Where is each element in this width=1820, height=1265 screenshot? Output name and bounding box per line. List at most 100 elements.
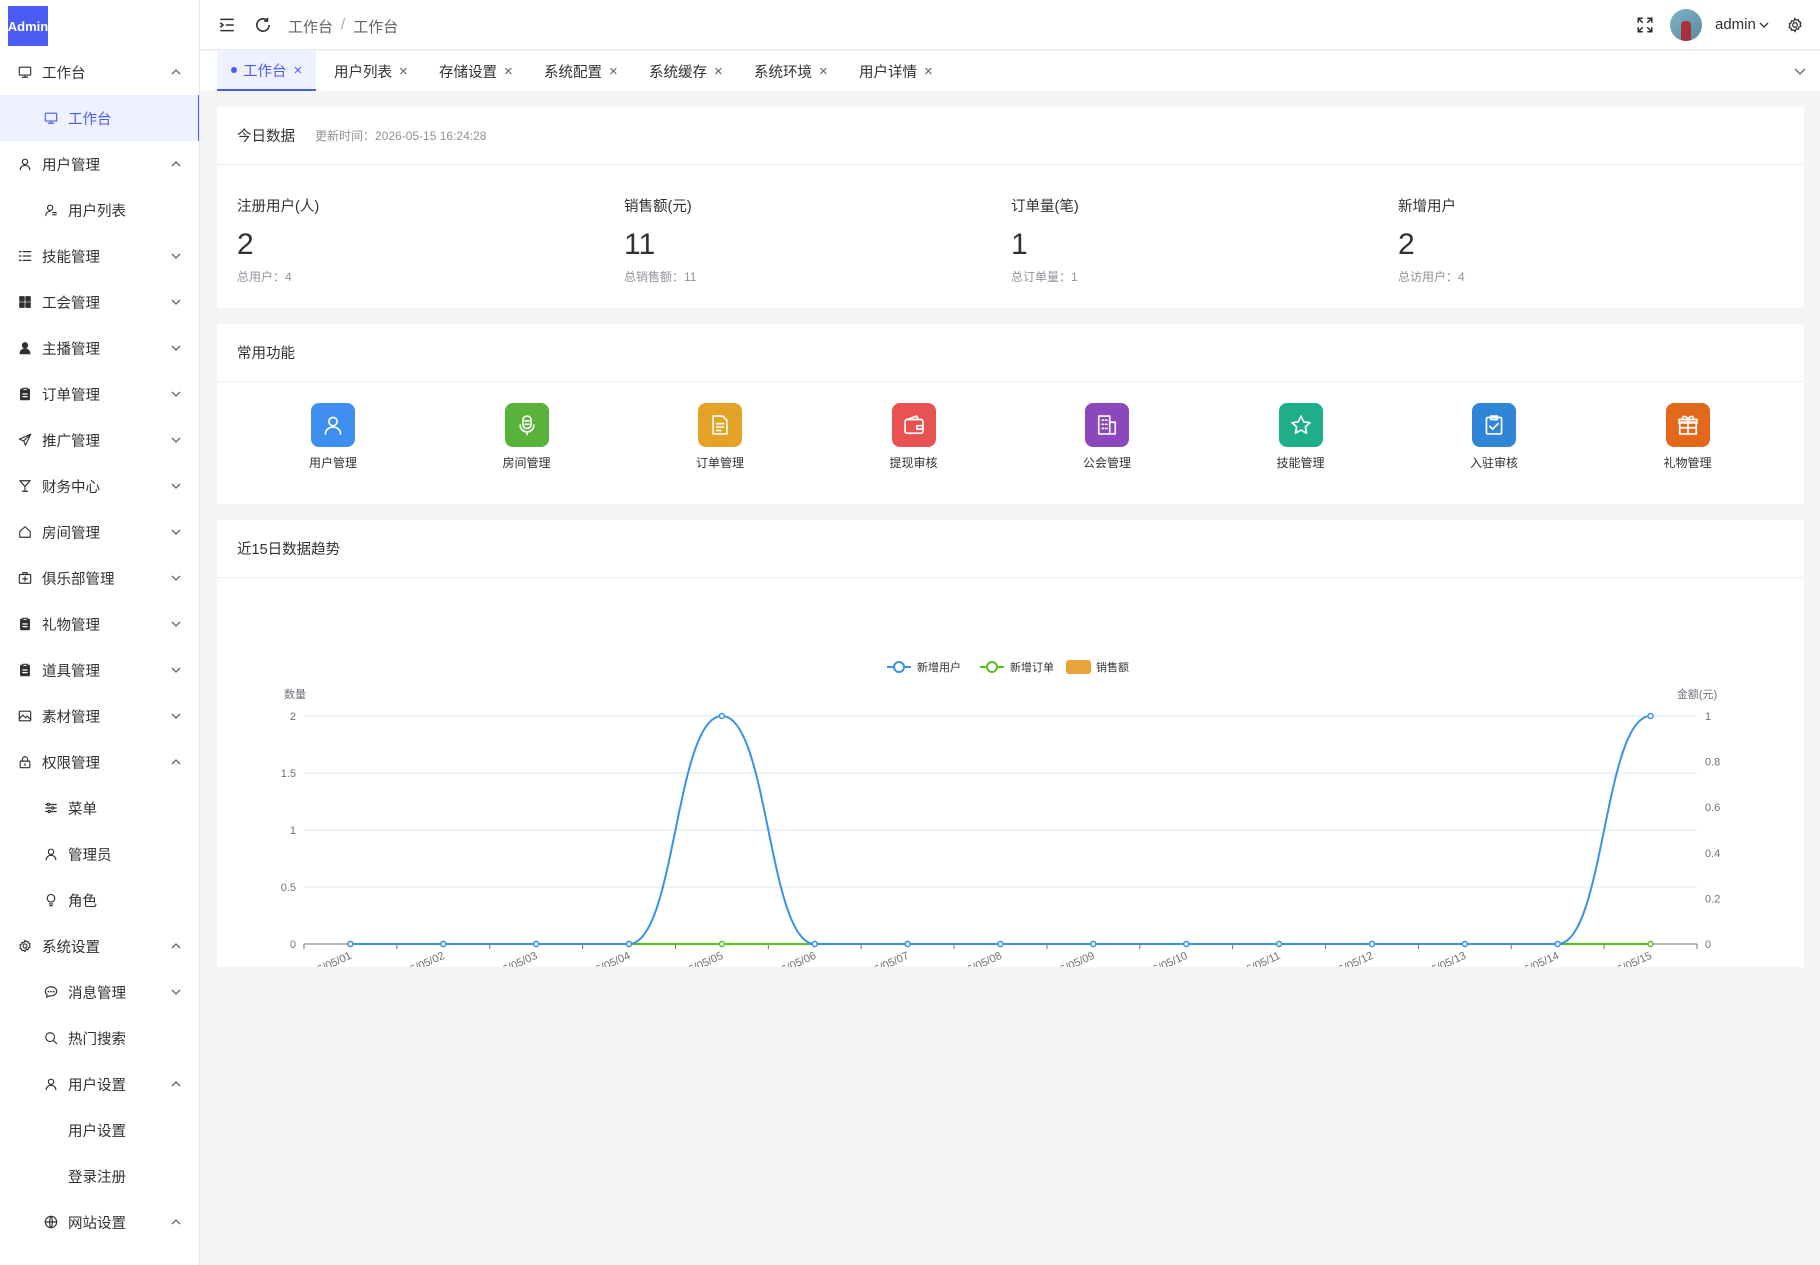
shortcut-item[interactable]: 用户管理 <box>283 403 383 471</box>
stat-value: 2 <box>237 228 254 261</box>
stat-subtotal: 总用户：4 <box>237 268 319 285</box>
close-icon[interactable]: × <box>399 63 408 80</box>
sidebar-item[interactable]: 用户列表 <box>0 187 199 233</box>
y-tick-label-left: 0.5 <box>281 882 296 894</box>
shortcut-item[interactable]: 房间管理 <box>477 403 577 471</box>
x-tick-label: 2026/05/15 <box>1599 950 1654 967</box>
sidebar-item[interactable]: 用户管理 <box>0 141 199 187</box>
sidebar-item[interactable]: 网站设置 <box>0 1199 199 1245</box>
globe-icon <box>44 1215 58 1229</box>
sidebar-item[interactable]: 消息管理 <box>0 969 199 1015</box>
shortcut-item[interactable]: 礼物管理 <box>1638 403 1738 471</box>
monitor-icon <box>18 65 32 79</box>
sidebar-item[interactable]: 管理员 <box>0 831 199 877</box>
stat-block: 订单量(笔) 1 总订单量：1 <box>1011 195 1079 285</box>
sidebar-item[interactable]: 订单管理 <box>0 371 199 417</box>
gear-icon[interactable] <box>1787 17 1803 33</box>
close-icon[interactable]: × <box>924 63 933 80</box>
sidebar-item[interactable]: 工作台 <box>0 49 199 95</box>
sidebar-item-label: 管理员 <box>68 847 112 864</box>
close-icon[interactable]: × <box>714 63 723 80</box>
username[interactable]: admin <box>1715 16 1756 33</box>
common-functions-card: 常用功能 用户管理 房间管理 订单管理 提现审核 公会管理 技能管理 入驻审核 礼物管理 <box>217 324 1804 504</box>
tab-label: 工作台 <box>243 63 287 80</box>
clipboard-icon <box>18 617 32 631</box>
sidebar-item[interactable]: 菜单 <box>0 785 199 831</box>
data-point <box>1090 940 1097 948</box>
function-grid: 用户管理 房间管理 订单管理 提现审核 公会管理 技能管理 入驻审核 礼物管理 <box>217 382 1804 504</box>
sidebar-item-label: 用户管理 <box>42 157 100 174</box>
breadcrumb-item[interactable]: 工作台 <box>288 16 333 37</box>
tab[interactable]: 用户详情 × <box>845 51 947 91</box>
sidebar-item[interactable]: 礼物管理 <box>0 601 199 647</box>
tab[interactable]: 系统环境 × <box>740 51 842 91</box>
star-icon <box>1278 403 1323 447</box>
user-icon <box>311 403 355 447</box>
data-point <box>1461 940 1469 948</box>
sidebar-item-label: 礼物管理 <box>42 617 100 634</box>
sidebar-item[interactable]: 用户设置 <box>0 1061 199 1107</box>
logo[interactable]: Admin <box>8 6 48 46</box>
sidebar-item[interactable]: 用户设置 <box>0 1107 199 1153</box>
close-icon[interactable]: × <box>294 62 303 79</box>
shortcut-item[interactable]: 提现审核 <box>864 403 964 471</box>
refresh-icon[interactable] <box>254 16 272 34</box>
chevron-down-icon <box>171 621 181 627</box>
fullscreen-icon[interactable] <box>1636 16 1654 34</box>
shortcut-item[interactable]: 公会管理 <box>1057 403 1157 471</box>
tab[interactable]: 工作台 × <box>217 51 317 91</box>
sidebar-item[interactable]: 素材管理 <box>0 693 199 739</box>
sidebar-item[interactable]: 房间管理 <box>0 509 199 555</box>
card-header: 今日数据 更新时间：2026-05-15 16:24:28 <box>217 107 1804 165</box>
tab[interactable]: 存储设置 × <box>425 51 527 91</box>
sidebar-item[interactable]: 推广管理 <box>0 417 199 463</box>
sidebar-item-label: 主播管理 <box>42 341 100 358</box>
clipboard-icon <box>18 663 32 677</box>
lock-icon <box>18 755 32 769</box>
sidebar-item[interactable]: 技能管理 <box>0 233 199 279</box>
shortcut-item[interactable]: 订单管理 <box>670 403 770 471</box>
sidebar-item[interactable]: 工作台 <box>0 95 199 141</box>
data-point <box>997 940 1004 948</box>
sidebar-item-label: 用户列表 <box>68 203 126 220</box>
breadcrumb-separator: / <box>341 16 346 33</box>
building-icon <box>1085 403 1129 447</box>
stat-subtotal-value: 4 <box>285 270 292 284</box>
sidebar-item[interactable]: 权限管理 <box>0 739 199 785</box>
data-point <box>718 940 726 948</box>
close-icon[interactable]: × <box>819 63 828 80</box>
collapse-menu-icon[interactable] <box>218 16 236 34</box>
header: 工作台 / 工作台 admin <box>200 0 1820 50</box>
sidebar-item[interactable]: 主播管理 <box>0 325 199 371</box>
tab-label: 用户列表 <box>334 64 392 81</box>
sidebar-item[interactable]: 热门搜索 <box>0 1015 199 1061</box>
active-dot-icon <box>231 67 237 73</box>
sidebar-item[interactable]: 工会管理 <box>0 279 199 325</box>
sidebar-item[interactable]: 登录注册 <box>0 1153 199 1199</box>
sidebar-item[interactable]: 角色 <box>0 877 199 923</box>
sidebar-item[interactable]: 俱乐部管理 <box>0 555 199 601</box>
update-time-value: 2026-05-15 16:24:28 <box>375 129 487 143</box>
sidebar-item[interactable]: 财务中心 <box>0 463 199 509</box>
sidebar-item[interactable]: 系统设置 <box>0 923 199 969</box>
tabs-dropdown-icon[interactable] <box>1794 65 1806 77</box>
sidebar-item-label: 推广管理 <box>42 433 100 450</box>
sidebar-item-label: 道具管理 <box>42 663 100 680</box>
chevron-down-icon[interactable] <box>1759 20 1769 30</box>
tab[interactable]: 用户列表 × <box>320 51 422 91</box>
sidebar-item[interactable]: 道具管理 <box>0 647 199 693</box>
avatar[interactable] <box>1670 9 1702 41</box>
chevron-down-icon <box>171 667 181 673</box>
x-tick-label: 2026/05/09 <box>1042 950 1097 967</box>
list-icon <box>18 249 32 263</box>
chevron-down-icon <box>171 345 181 351</box>
shortcut-item[interactable]: 入驻审核 <box>1444 403 1544 471</box>
close-icon[interactable]: × <box>504 63 513 80</box>
legend-label: 销售额 <box>1096 660 1129 674</box>
tab[interactable]: 系统配置 × <box>530 51 632 91</box>
sidebar: Admin 工作台 工作台用户管理用户列表技能管理 工会管理主播管理订单管理推广管理… <box>0 0 200 1265</box>
tab[interactable]: 系统缓存 × <box>635 51 737 91</box>
close-icon[interactable]: × <box>609 63 618 80</box>
shortcut-item[interactable]: 技能管理 <box>1251 403 1351 471</box>
stat-block: 新增用户 2 总访用户：4 <box>1398 195 1465 285</box>
